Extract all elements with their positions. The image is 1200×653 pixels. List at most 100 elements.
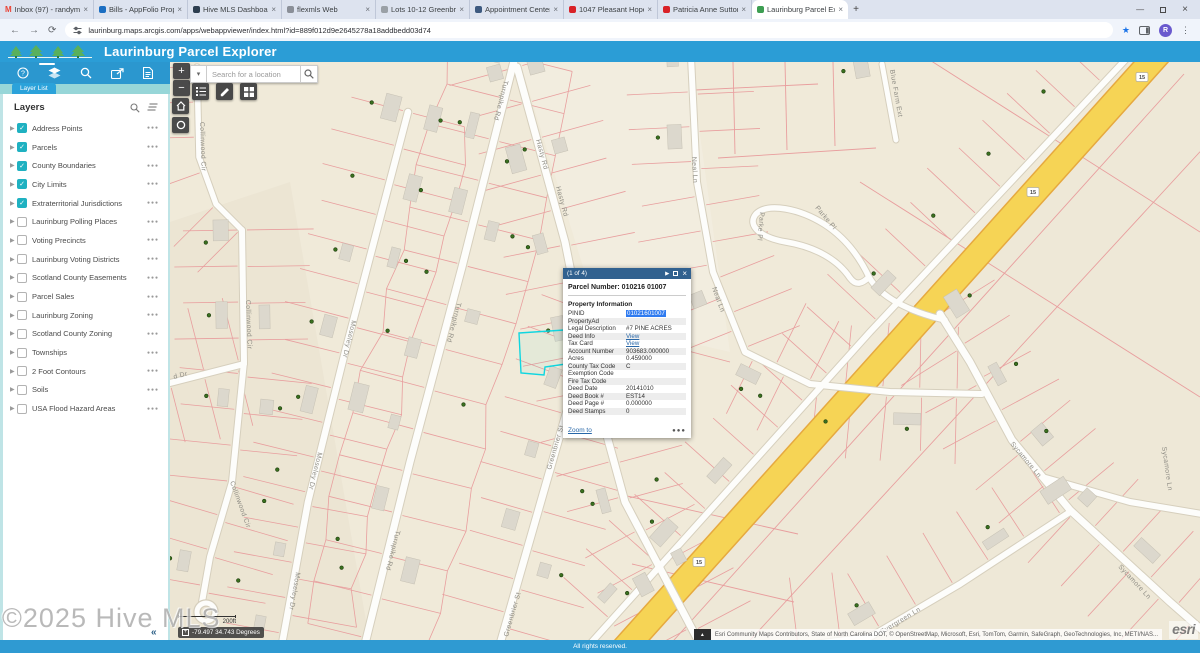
layer-checkbox[interactable] (17, 348, 27, 358)
popup-titlebar[interactable]: (1 of 4) ▶ × (563, 268, 691, 279)
tab-close-icon[interactable]: × (553, 5, 558, 14)
layer-search-icon[interactable] (130, 103, 140, 113)
layer-options-icon[interactable]: ●●● (147, 237, 159, 243)
browser-menu-icon[interactable]: ⋮ (1181, 25, 1190, 36)
layer-expand-icon[interactable]: ▶ (10, 144, 17, 151)
zoom-out-button[interactable]: − (173, 80, 190, 96)
search-submit-button[interactable] (300, 65, 318, 83)
tab-close-icon[interactable]: × (365, 5, 370, 14)
browser-tab[interactable]: Hive MLS Dashboard× (188, 0, 282, 19)
browser-tab[interactable]: 1047 Pleasant Hope Rd, Fairmo× (564, 0, 658, 19)
layer-expand-icon[interactable]: ▶ (10, 349, 17, 356)
info-icon[interactable]: ? (17, 67, 29, 79)
reload-icon[interactable]: ⟳ (48, 25, 56, 36)
browser-tab[interactable]: Lots 10-12 Greenbrier Street 1:× (376, 0, 470, 19)
layer-expand-icon[interactable]: ▶ (10, 218, 17, 225)
profile-avatar[interactable]: R (1159, 24, 1172, 37)
popup-close-icon[interactable]: × (682, 270, 687, 278)
bookmark-star-icon[interactable]: ★ (1122, 25, 1130, 36)
basemap-gallery-button[interactable] (240, 83, 257, 100)
layer-checkbox[interactable] (17, 273, 27, 283)
field-link[interactable]: View (626, 333, 639, 340)
layer-expand-icon[interactable]: ▶ (10, 237, 17, 244)
back-icon[interactable]: ← (10, 25, 20, 36)
sidebar-collapse-icon[interactable]: « (151, 627, 157, 638)
search-source-dropdown[interactable]: ▾ (190, 65, 207, 83)
layer-checkbox[interactable]: ✓ (17, 179, 27, 189)
layer-checkbox[interactable] (17, 404, 27, 414)
layer-options-icon[interactable]: ●●● (147, 163, 159, 169)
layer-options-icon[interactable]: ●●● (147, 125, 159, 131)
layer-options-icon[interactable]: ●●● (147, 144, 159, 150)
tab-close-icon[interactable]: × (741, 5, 746, 14)
popup-zoom-to-link[interactable]: Zoom to (568, 427, 592, 434)
tab-close-icon[interactable]: × (83, 5, 88, 14)
layer-options-icon[interactable]: ●●● (147, 331, 159, 337)
layer-options-icon[interactable]: ●●● (147, 350, 159, 356)
browser-tab[interactable]: MInbox (97) - randymccall@gm× (0, 0, 94, 19)
browser-tab[interactable]: Laurinburg Parcel Explorer× (752, 0, 848, 19)
layer-expand-icon[interactable]: ▶ (10, 293, 17, 300)
layer-expand-icon[interactable]: ▶ (10, 162, 17, 169)
url-bar[interactable]: laurinburg.maps.arcgis.com/apps/webappvi… (65, 22, 1113, 38)
layer-checkbox[interactable] (17, 366, 27, 376)
layer-checkbox[interactable] (17, 329, 27, 339)
tab-close-icon[interactable]: × (459, 5, 464, 14)
attribution-collapse-icon[interactable]: ▲ (694, 629, 711, 640)
forward-icon[interactable]: → (29, 25, 39, 36)
browser-tab[interactable]: flexmls Web× (282, 0, 376, 19)
layer-checkbox[interactable] (17, 235, 27, 245)
layer-options-icon[interactable]: ●●● (147, 256, 159, 262)
layer-options-icon[interactable]: ●●● (147, 387, 159, 393)
maximize-icon[interactable] (1160, 7, 1166, 13)
crosshair-icon[interactable]: + (182, 629, 189, 636)
layer-expand-icon[interactable]: ▶ (10, 274, 17, 281)
filter-sort-icon[interactable] (147, 103, 158, 112)
layer-expand-icon[interactable]: ▶ (10, 125, 17, 132)
layer-checkbox[interactable] (17, 310, 27, 320)
layer-checkbox[interactable]: ✓ (17, 142, 27, 152)
layer-checkbox[interactable]: ✓ (17, 123, 27, 133)
layer-options-icon[interactable]: ●●● (147, 368, 159, 374)
layer-expand-icon[interactable]: ▶ (10, 330, 17, 337)
layer-options-icon[interactable]: ●●● (147, 200, 159, 206)
tab-close-icon[interactable]: × (647, 5, 652, 14)
browser-tab[interactable]: Appointment Center - Staff - S× (470, 0, 564, 19)
draw-button[interactable] (216, 83, 233, 100)
selected-parcel-outline[interactable] (519, 330, 566, 375)
field-link[interactable]: View (626, 340, 639, 347)
legend-button[interactable] (192, 83, 209, 100)
layer-checkbox[interactable] (17, 385, 27, 395)
layer-checkbox[interactable]: ✓ (17, 198, 27, 208)
new-tab-button[interactable]: + (848, 0, 864, 19)
tab-close-icon[interactable]: × (177, 5, 182, 14)
tab-close-icon[interactable]: × (838, 5, 843, 14)
layers-icon[interactable] (48, 67, 61, 79)
zoom-in-button[interactable]: + (173, 63, 190, 79)
search-icon[interactable] (80, 67, 92, 79)
layer-expand-icon[interactable]: ▶ (10, 181, 17, 188)
browser-tab[interactable]: Patricia Anne Sutton (3 Lots o× (658, 0, 752, 19)
popup-more-icon[interactable]: ●●● (672, 428, 686, 434)
layer-expand-icon[interactable]: ▶ (10, 200, 17, 207)
layer-options-icon[interactable]: ●●● (147, 219, 159, 225)
layer-expand-icon[interactable]: ▶ (10, 405, 17, 412)
layer-options-icon[interactable]: ●●● (147, 294, 159, 300)
home-button[interactable] (172, 98, 189, 114)
layer-expand-icon[interactable]: ▶ (10, 386, 17, 393)
site-settings-icon[interactable] (73, 26, 82, 35)
close-icon[interactable]: × (1182, 4, 1188, 15)
tab-layer-list[interactable]: Layer List (12, 83, 56, 94)
layer-options-icon[interactable]: ●●● (147, 181, 159, 187)
browser-tab[interactable]: Bills - AppFolio Property Mana× (94, 0, 188, 19)
document-icon[interactable] (143, 67, 153, 79)
layer-checkbox[interactable] (17, 292, 27, 302)
layer-checkbox[interactable]: ✓ (17, 161, 27, 171)
layer-options-icon[interactable]: ●●● (147, 312, 159, 318)
locate-button[interactable] (172, 117, 189, 133)
tab-close-icon[interactable]: × (271, 5, 276, 14)
side-panel-icon[interactable] (1139, 26, 1150, 35)
layer-options-icon[interactable]: ●●● (147, 406, 159, 412)
layer-options-icon[interactable]: ●●● (147, 275, 159, 281)
layer-expand-icon[interactable]: ▶ (10, 368, 17, 375)
